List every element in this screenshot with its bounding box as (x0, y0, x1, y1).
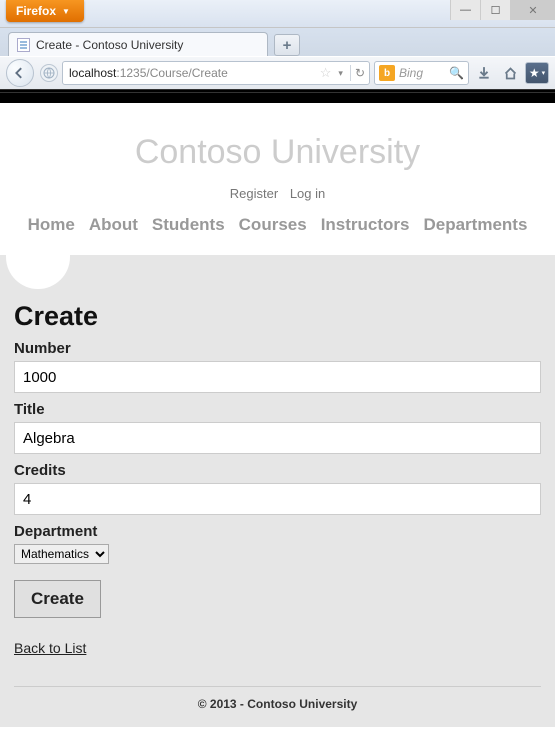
nav-courses[interactable]: Courses (239, 215, 307, 235)
url-path: :1235/Course/Create (116, 66, 227, 80)
page-viewport: Contoso University Register Log in Home … (0, 93, 555, 730)
nav-departments[interactable]: Departments (423, 215, 527, 235)
url-host: localhost (69, 66, 116, 80)
register-link[interactable]: Register (230, 186, 278, 201)
main-nav: Home About Students Courses Instructors … (0, 201, 555, 245)
nav-students[interactable]: Students (152, 215, 225, 235)
tab-title: Create - Contoso University (36, 38, 183, 52)
page-favicon-icon (17, 38, 30, 52)
login-link[interactable]: Log in (290, 186, 325, 201)
bookmarks-menu-button[interactable]: ★▾ (525, 62, 549, 84)
browser-toolbar: localhost:1235/Course/Create ☆ ▾ ↻ b Bin… (0, 56, 555, 89)
maximize-button[interactable]: ☐ (480, 0, 510, 20)
firefox-menu-button[interactable]: Firefox ▼ (6, 0, 84, 22)
reload-icon[interactable]: ↻ (355, 66, 365, 80)
chevron-down-icon[interactable]: ▾ (338, 68, 343, 79)
window-titlebar: Firefox ▼ — ☐ ✕ (0, 0, 555, 28)
window-controls: — ☐ ✕ (450, 0, 555, 20)
search-placeholder: Bing (399, 66, 423, 80)
title-input[interactable] (14, 422, 541, 454)
back-to-list-link[interactable]: Back to List (14, 640, 86, 656)
globe-icon (40, 64, 58, 82)
address-bar[interactable]: localhost:1235/Course/Create ☆ ▾ ↻ (62, 61, 370, 85)
create-button[interactable]: Create (14, 580, 101, 618)
nav-home[interactable]: Home (28, 215, 75, 235)
bing-icon: b (379, 65, 395, 81)
chevron-down-icon: ▼ (62, 7, 70, 16)
home-button[interactable] (499, 62, 521, 84)
bookmark-star-icon[interactable]: ☆ (320, 65, 332, 81)
page-heading: Create (14, 301, 541, 332)
minimize-button[interactable]: — (450, 0, 480, 20)
header-curve (6, 255, 70, 289)
department-select[interactable]: Mathematics (14, 544, 109, 564)
site-title: Contoso University (0, 133, 555, 172)
credits-input[interactable] (14, 483, 541, 515)
number-label: Number (14, 340, 541, 357)
number-input[interactable] (14, 361, 541, 393)
department-label: Department (14, 523, 541, 540)
credits-label: Credits (14, 462, 541, 479)
close-button[interactable]: ✕ (510, 0, 555, 20)
tab-strip: Create - Contoso University + (0, 28, 555, 56)
back-button[interactable] (6, 59, 34, 87)
nav-instructors[interactable]: Instructors (321, 215, 410, 235)
search-bar[interactable]: b Bing 🔍 (374, 61, 469, 85)
firefox-menu-label: Firefox (16, 4, 56, 18)
title-label: Title (14, 401, 541, 418)
arrow-left-icon (14, 67, 26, 79)
content-area: Create Number Title Credits Department M… (0, 255, 555, 727)
top-black-bar (0, 93, 555, 103)
site-header: Contoso University Register Log in Home … (0, 103, 555, 255)
new-tab-button[interactable]: + (274, 34, 300, 56)
browser-tab[interactable]: Create - Contoso University (8, 32, 268, 56)
search-icon[interactable]: 🔍 (449, 66, 464, 80)
account-links: Register Log in (0, 186, 555, 201)
downloads-button[interactable] (473, 62, 495, 84)
nav-about[interactable]: About (89, 215, 138, 235)
page-footer: © 2013 - Contoso University (14, 686, 541, 727)
